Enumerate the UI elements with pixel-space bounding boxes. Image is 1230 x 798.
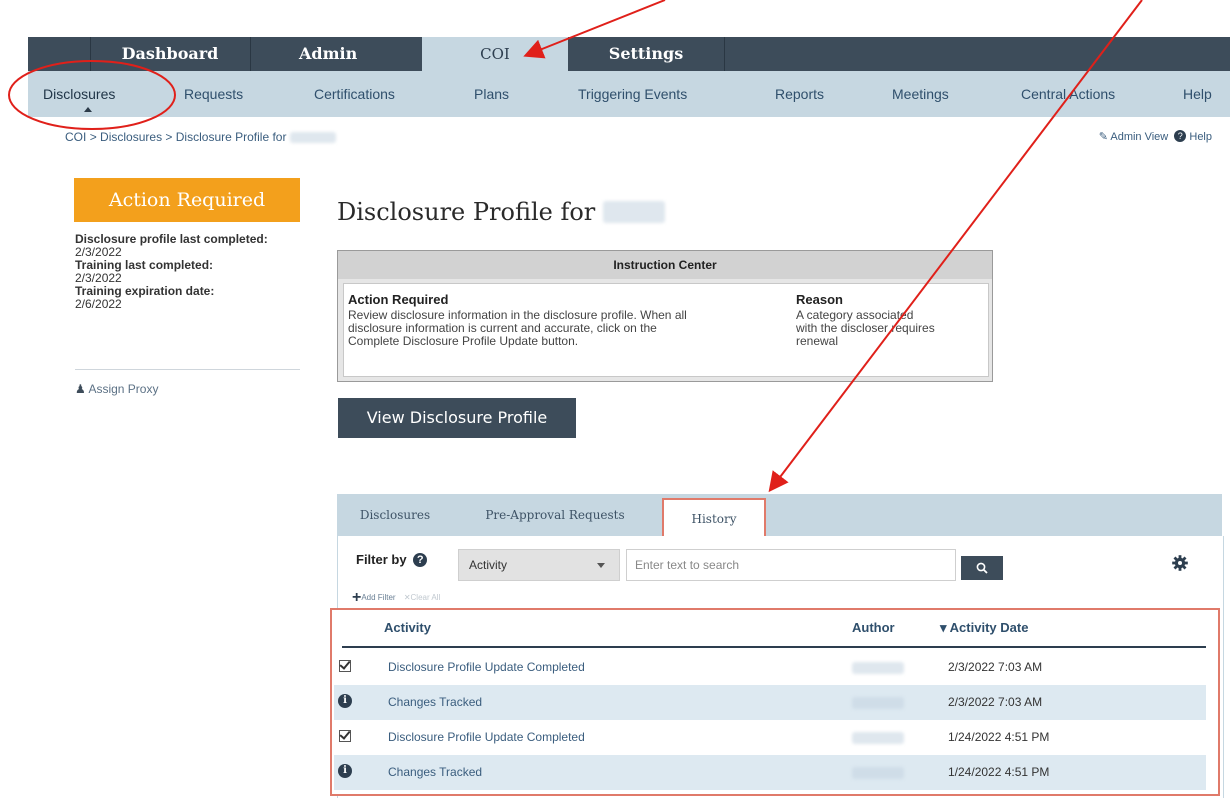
filter-actions: +Add Filter ✕Clear All [352,589,440,607]
page-title: Disclosure Profile for [337,198,665,226]
help-link[interactable]: Help [1189,131,1212,143]
divider [75,369,300,370]
subnav-central-actions[interactable]: Central Actions [1021,71,1115,117]
status-summary: Disclosure profile last completed: 2/3/2… [75,233,300,311]
tab-disclosures[interactable]: Disclosures [345,494,445,536]
page-title-text: Disclosure Profile for [337,198,596,226]
activity-date: 2/3/2022 7:03 AM [948,660,1043,674]
subnav-plans[interactable]: Plans [474,71,509,117]
instruction-center-body: Action Required Review disclosure inform… [343,283,989,377]
activity-date: 2/3/2022 7:03 AM [948,695,1043,709]
instruction-center: Instruction Center Action Required Revie… [337,250,993,382]
assign-proxy-link[interactable]: ♟ Assign Proxy [75,382,158,396]
column-header-activity-date[interactable]: ▾ Activity Date [940,610,1028,646]
table-row: i Changes Tracked 2/3/2022 7:03 AM [334,685,1206,720]
instruction-center-title: Instruction Center [338,251,992,279]
redacted-author [852,767,904,779]
add-filter-link[interactable]: +Add Filter [352,589,396,606]
subnav-requests[interactable]: Requests [184,71,243,117]
breadcrumb: COI > Disclosures > Disclosure Profile f… [65,130,336,144]
training-expiration-date: 2/6/2022 [75,297,122,311]
column-header-activity[interactable]: Activity [384,610,431,646]
reason-text-line: renewal [796,334,839,348]
profile-completed-date: 2/3/2022 [75,245,122,259]
redacted-name [602,201,665,223]
tab-divider [724,37,725,71]
clear-all-label: Clear All [410,593,441,602]
checkbox-icon [339,660,351,672]
search-input[interactable] [626,549,956,581]
activity-link[interactable]: Changes Tracked [388,685,482,720]
reason-heading: Reason [796,292,843,307]
tab-settings[interactable]: Settings [568,37,724,71]
breadcrumb-separator: > [165,130,173,144]
subnav-help[interactable]: Help [1183,71,1212,117]
dropdown-arrow-icon [597,563,605,568]
filter-label: Filter by ? [356,552,428,567]
table-row: Disclosure Profile Update Completed 2/3/… [334,650,1206,685]
header-divider [342,646,1206,648]
info-icon: i [338,694,352,708]
assign-proxy-label: Assign Proxy [88,382,159,396]
tab-coi[interactable]: COI [422,37,568,71]
breadcrumb-coi[interactable]: COI [65,130,86,144]
tab-pre-approval-requests[interactable]: Pre-Approval Requests [460,494,650,536]
filter-field-select[interactable]: Activity [458,549,620,581]
info-icon: i [338,764,352,778]
action-text-line: Complete Disclosure Profile Update butto… [348,334,579,348]
subnav-disclosures[interactable]: Disclosures [43,71,115,117]
help-icon[interactable]: ? [413,553,428,567]
tab-history[interactable]: History [662,498,766,538]
subnav-triggering-events[interactable]: Triggering Events [578,71,687,117]
redacted-author [852,662,904,674]
column-header-author[interactable]: Author [852,610,895,646]
subnav-reports[interactable]: Reports [775,71,824,117]
tab-dashboard[interactable]: Dashboard [90,37,250,71]
filter-label-text: Filter by [356,552,407,567]
sort-desc-icon: ▾ [940,620,947,635]
breadcrumb-profile: Disclosure Profile for [175,130,287,144]
activity-date: 1/24/2022 4:51 PM [948,765,1050,779]
subnav-certifications[interactable]: Certifications [314,71,395,117]
redacted-author [852,697,904,709]
table-row: Disclosure Profile Update Completed 1/24… [334,720,1206,755]
tab-divider [90,37,91,71]
filter-select-value: Activity [469,558,508,572]
table-row: i Changes Tracked 1/24/2022 4:51 PM [334,755,1206,790]
history-table: Activity Author ▾ Activity Date Disclosu… [330,608,1220,796]
redacted-author [852,732,904,744]
checkbox-icon [339,730,351,742]
activity-date: 1/24/2022 4:51 PM [948,730,1050,744]
clear-all-link[interactable]: ✕Clear All [404,593,441,602]
active-caret-icon [84,107,92,112]
gear-icon[interactable] [1171,554,1189,572]
pencil-icon: ✎ [1098,131,1108,143]
users-icon: ♟ [75,382,86,396]
search-button[interactable] [961,556,1003,580]
search-icon [976,562,988,574]
activity-link[interactable]: Disclosure Profile Update Completed [388,650,585,685]
breadcrumb-disclosures[interactable]: Disclosures [100,130,162,144]
add-filter-label: Add Filter [361,593,396,602]
tab-admin[interactable]: Admin [251,37,421,71]
help-icon: ? [1174,130,1187,142]
admin-links: ✎ Admin View ? Help [1099,130,1212,143]
reason-text: A category associated with the discloser… [796,309,935,348]
activity-date-label: Activity Date [949,620,1029,635]
admin-view-link[interactable]: Admin View [1110,131,1168,143]
plus-icon: + [352,589,362,606]
action-required-text: Review disclosure information in the dis… [348,309,687,348]
redacted-name [289,132,336,144]
action-required-heading: Action Required [348,292,449,307]
action-required-banner: Action Required [74,178,300,222]
view-disclosure-profile-button[interactable]: View Disclosure Profile [338,398,576,438]
subnav-meetings[interactable]: Meetings [892,71,949,117]
activity-link[interactable]: Disclosure Profile Update Completed [388,720,585,755]
activity-link[interactable]: Changes Tracked [388,755,482,790]
training-completed-date: 2/3/2022 [75,271,122,285]
breadcrumb-separator: > [89,130,97,144]
